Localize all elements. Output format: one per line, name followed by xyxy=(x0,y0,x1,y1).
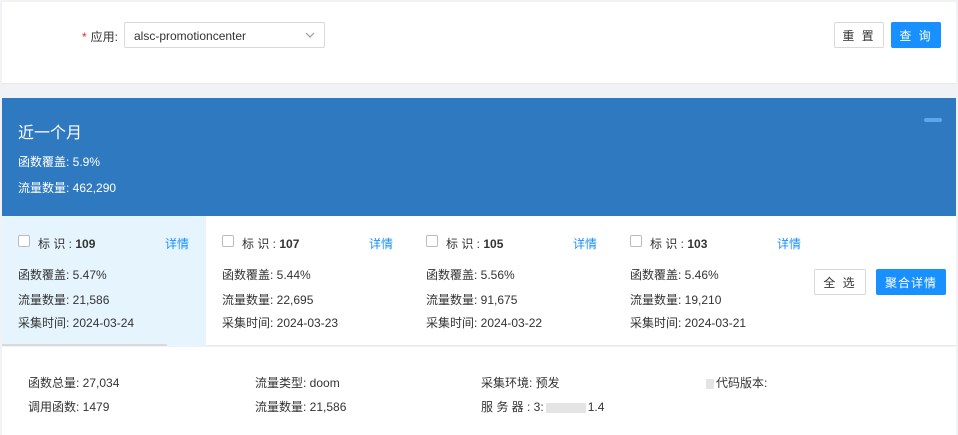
card-traffic: 流量数量: 91,675 xyxy=(426,293,518,307)
chevron-down-icon xyxy=(305,32,315,38)
redacted-block xyxy=(545,402,586,413)
card-detail-link[interactable]: 详情 xyxy=(369,235,393,252)
collapse-handle[interactable] xyxy=(924,118,942,122)
card-coverage: 函数覆盖: 5.56% xyxy=(426,268,515,282)
server: 服 务 器 : 3: 1.4 xyxy=(481,398,604,415)
traffic-type: 流量类型: doom xyxy=(255,376,340,390)
select-all-button[interactable]: 全 选 xyxy=(814,269,866,295)
card-detail-link[interactable]: 详情 xyxy=(573,235,597,252)
card-checkbox[interactable] xyxy=(426,235,438,247)
card-checkbox[interactable] xyxy=(630,235,642,247)
card-id: 109 xyxy=(75,237,96,251)
server-prefix: 服 务 器 : 3: xyxy=(481,400,544,414)
card-time: 采集时间: 2024-03-24 xyxy=(18,316,135,330)
card-time: 采集时间: 2024-03-21 xyxy=(630,316,747,330)
snapshot-card[interactable]: 标 识 : 107 详情 函数覆盖: 5.44% 流量数量: 22,695 采集… xyxy=(206,216,410,346)
card-id: 105 xyxy=(483,237,504,251)
required-mark: * xyxy=(82,30,87,44)
card-coverage: 函数覆盖: 5.44% xyxy=(222,268,311,282)
app-select-value: alsc-promotioncenter xyxy=(134,29,247,43)
server-suffix: 1.4 xyxy=(587,400,605,414)
snapshot-card[interactable]: 标 识 : 105 详情 函数覆盖: 5.56% 流量数量: 91,675 采集… xyxy=(410,216,614,346)
card-id: 103 xyxy=(687,237,708,251)
app-label: * 应用: xyxy=(82,28,118,45)
card-time: 采集时间: 2024-03-22 xyxy=(426,316,543,330)
traffic-count: 流量数量: 21,586 xyxy=(255,400,347,414)
card-coverage: 函数覆盖: 5.46% xyxy=(630,268,719,282)
filter-bar: * 应用: alsc-promotioncenter 重 置 查 询 xyxy=(2,2,956,84)
aggregate-detail-button[interactable]: 聚合详情 xyxy=(876,269,946,295)
snapshot-card[interactable]: 标 识 : 109 详情 函数覆盖: 5.47% 流量数量: 21,586 采集… xyxy=(2,216,206,346)
card-time: 采集时间: 2024-03-23 xyxy=(222,316,339,330)
app-label-text: 应用: xyxy=(90,30,119,44)
card-checkbox[interactable] xyxy=(18,235,30,247)
card-detail-link[interactable]: 详情 xyxy=(777,235,801,252)
card-traffic: 流量数量: 21,586 xyxy=(18,293,110,307)
active-indicator xyxy=(2,344,167,346)
card-id: 107 xyxy=(279,237,300,251)
card-checkbox[interactable] xyxy=(222,235,234,247)
func-total: 函数总量: 27,034 xyxy=(28,376,120,390)
reset-button[interactable]: 重 置 xyxy=(834,22,884,48)
card-id-label: 标 识 : 107 xyxy=(242,237,300,251)
month-title: 近一个月 xyxy=(18,125,83,142)
query-button[interactable]: 查 询 xyxy=(891,22,941,48)
card-traffic: 流量数量: 22,695 xyxy=(222,293,314,307)
card-detail-link[interactable]: 详情 xyxy=(165,235,189,252)
code-version-label: 代码版本: xyxy=(716,376,768,390)
called-funcs: 调用函数: 1479 xyxy=(28,400,110,414)
app-select[interactable]: alsc-promotioncenter xyxy=(124,22,325,48)
collect-env: 采集环境: 预发 xyxy=(481,376,560,390)
card-coverage: 函数覆盖: 5.47% xyxy=(18,268,107,282)
snapshot-cards-row: 标 识 : 109 详情 函数覆盖: 5.47% 流量数量: 21,586 采集… xyxy=(2,216,956,346)
card-id-label: 标 识 : 109 xyxy=(38,237,96,251)
card-traffic: 流量数量: 19,210 xyxy=(630,293,722,307)
details-panel: 函数总量: 27,034 调用函数: 1479 流量类型: doom 流量数量:… xyxy=(2,347,956,435)
month-coverage: 函数覆盖: 5.9% xyxy=(18,155,101,169)
snapshot-card[interactable]: 标 识 : 103 详情 函数覆盖: 5.46% 流量数量: 19,210 采集… xyxy=(614,216,818,346)
redacted-block xyxy=(706,378,714,389)
month-summary-panel: 近一个月 函数覆盖: 5.9% 流量数量: 462,290 xyxy=(2,98,956,216)
code-version: 代码版本: xyxy=(704,374,767,391)
card-id-label: 标 识 : 103 xyxy=(650,237,708,251)
month-traffic: 流量数量: 462,290 xyxy=(18,181,117,195)
card-id-label: 标 识 : 105 xyxy=(446,237,504,251)
